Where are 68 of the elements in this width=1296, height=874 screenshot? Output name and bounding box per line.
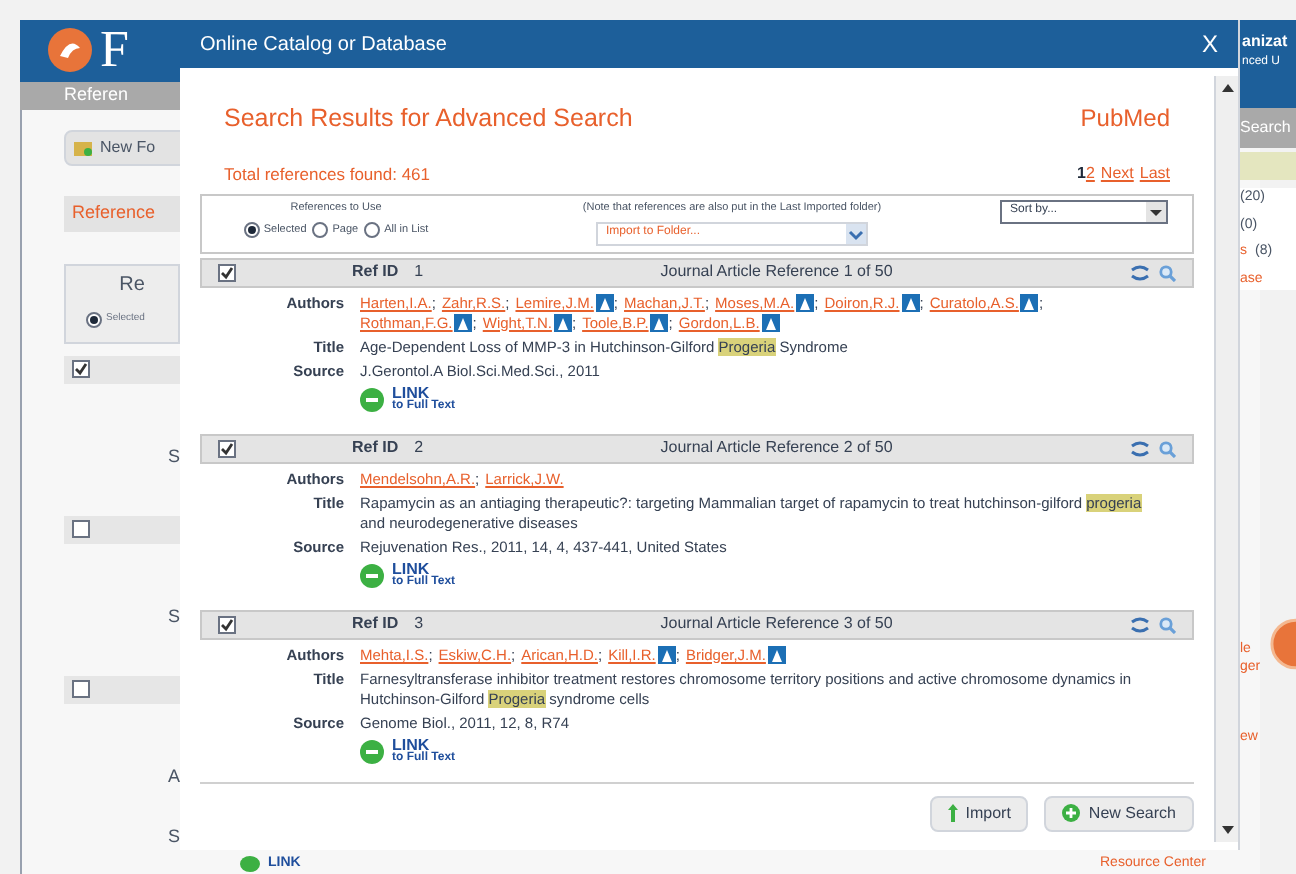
plus-icon [1062, 804, 1081, 822]
section-title: Reference [72, 199, 156, 226]
field-label: A [167, 764, 180, 790]
radio-button[interactable] [243, 221, 260, 238]
field-label: S [167, 604, 180, 630]
page-link[interactable]: 2 [1085, 162, 1095, 187]
checkbox[interactable] [72, 680, 90, 698]
profile-icon[interactable] [553, 314, 572, 333]
database-name: PubMed [1080, 102, 1170, 137]
link-icon [360, 563, 384, 587]
tab[interactable]: Search [1240, 108, 1296, 148]
profile-icon[interactable] [595, 294, 614, 313]
field-label: S [167, 823, 180, 849]
ref-id: 1 [414, 260, 424, 284]
logo-icon [48, 28, 92, 73]
scrollbar[interactable] [1214, 76, 1238, 842]
scroll-down-icon[interactable] [1219, 822, 1235, 838]
ref-id: 3 [414, 612, 424, 636]
profile-icon[interactable] [1020, 294, 1039, 313]
reference-type: Journal Article Reference 2 of 50 [658, 436, 895, 460]
page-link[interactable]: Next [1100, 162, 1134, 187]
link-label[interactable]: LINK [392, 737, 456, 751]
ref-id-label: Ref ID [352, 612, 399, 636]
link-icon [360, 739, 384, 763]
sync-icon[interactable] [1130, 263, 1150, 281]
sync-icon[interactable] [1130, 439, 1150, 457]
link-label[interactable]: LINK [392, 561, 456, 575]
ref-id: 2 [414, 436, 424, 460]
profile-icon[interactable] [901, 294, 920, 313]
total-count: Total references found: 461 [224, 161, 433, 187]
box-title: Re [119, 271, 145, 299]
reference-type: Journal Article Reference 3 of 50 [658, 612, 895, 636]
ref-id-label: Ref ID [352, 260, 399, 284]
reference-type: Journal Article Reference 1 of 50 [658, 260, 895, 284]
arrow-up-icon [947, 804, 958, 822]
profile-icon[interactable] [796, 294, 815, 313]
link-icon [240, 856, 260, 873]
checkbox[interactable] [72, 360, 90, 378]
radio-button[interactable] [364, 221, 381, 238]
radio-button[interactable] [86, 311, 102, 327]
radio-button[interactable] [312, 221, 329, 238]
results-heading: Search Results for Advanced Search [224, 102, 635, 136]
import-button[interactable]: Import [929, 795, 1029, 831]
checkbox[interactable] [218, 615, 236, 633]
new-search-button[interactable]: New Search [1044, 795, 1194, 831]
page-link[interactable]: Last [1139, 162, 1170, 187]
link-label[interactable]: LINK [392, 385, 456, 399]
checkbox[interactable] [218, 263, 236, 281]
section-bar [1240, 152, 1296, 180]
page-link[interactable]: 1 [1077, 162, 1086, 187]
checkbox[interactable] [72, 520, 90, 538]
profile-icon[interactable] [767, 646, 786, 665]
field-label: S [167, 444, 180, 470]
close-button[interactable]: X [1201, 32, 1218, 56]
checkbox[interactable] [218, 439, 236, 457]
profile-icon[interactable] [761, 314, 780, 333]
profile-icon[interactable] [650, 314, 669, 333]
dialog-title: Online Catalog or Database [200, 31, 449, 59]
folder-icon [74, 139, 92, 155]
ref-id-label: Ref ID [352, 436, 399, 460]
sync-icon[interactable] [1130, 615, 1150, 633]
tab[interactable]: Referen [20, 81, 180, 109]
header-text: anizat [1242, 30, 1290, 54]
scroll-up-icon[interactable] [1219, 80, 1235, 96]
link-icon [360, 387, 384, 411]
profile-icon[interactable] [657, 646, 676, 665]
profile-icon[interactable] [454, 314, 473, 333]
logo-letter: F [100, 24, 129, 77]
